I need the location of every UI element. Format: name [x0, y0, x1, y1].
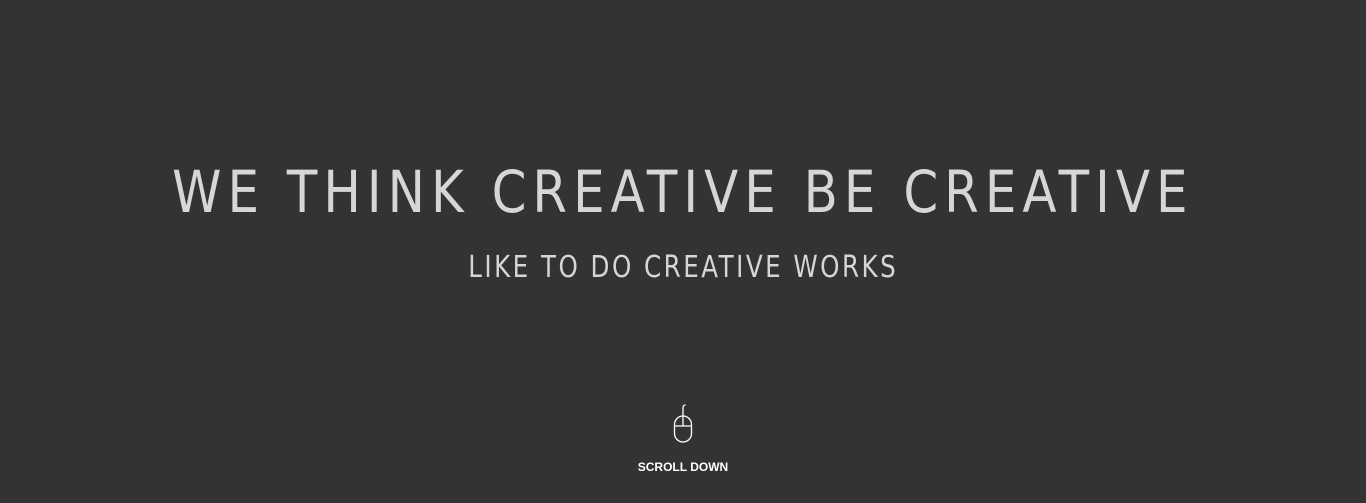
hero-section: WE THINK CREATIVE BE CREATIVE LIKE TO DO…	[0, 0, 1366, 503]
scroll-down-button[interactable]: SCROLL DOWN	[0, 404, 1366, 474]
hero-subheadline-text: LIKE TO DO CREATIVE WORKS	[467, 250, 899, 285]
hero-subheadline: LIKE TO DO CREATIVE WORKS	[0, 248, 1366, 288]
hero-headline: WE THINK CREATIVE BE CREATIVE	[0, 152, 1366, 232]
scroll-down-label: SCROLL DOWN	[637, 460, 729, 474]
hero-headline-text: WE THINK CREATIVE BE CREATIVE	[172, 158, 1194, 226]
mouse-icon	[673, 404, 693, 443]
